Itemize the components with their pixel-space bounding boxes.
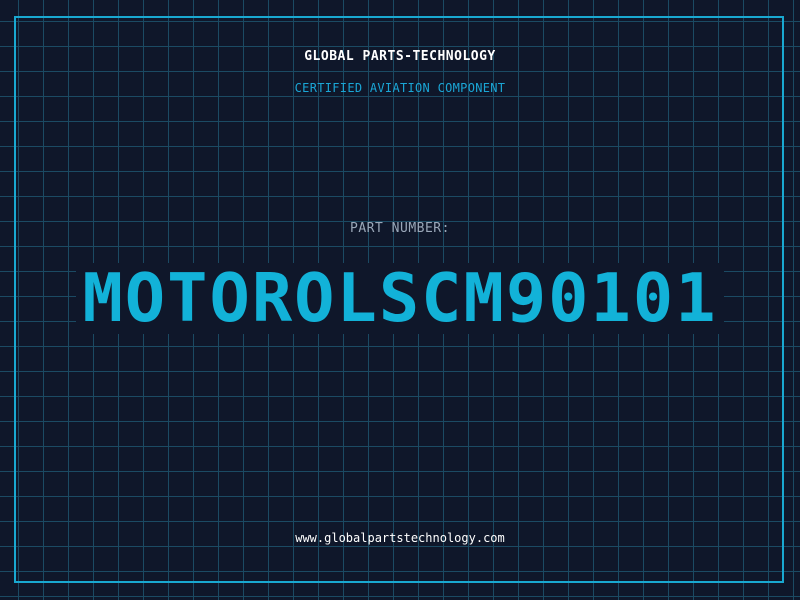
part-number-container: MOTOROLSCM90101 [0,258,800,338]
part-number-label: PART NUMBER: [350,221,450,236]
brand-title: GLOBAL PARTS-TECHNOLOGY [304,49,496,64]
tagline: CERTIFIED AVIATION COMPONENT [294,81,506,95]
part-number-value: MOTOROLSCM90101 [76,262,724,334]
website-url: www.globalpartstechnology.com [295,531,505,545]
